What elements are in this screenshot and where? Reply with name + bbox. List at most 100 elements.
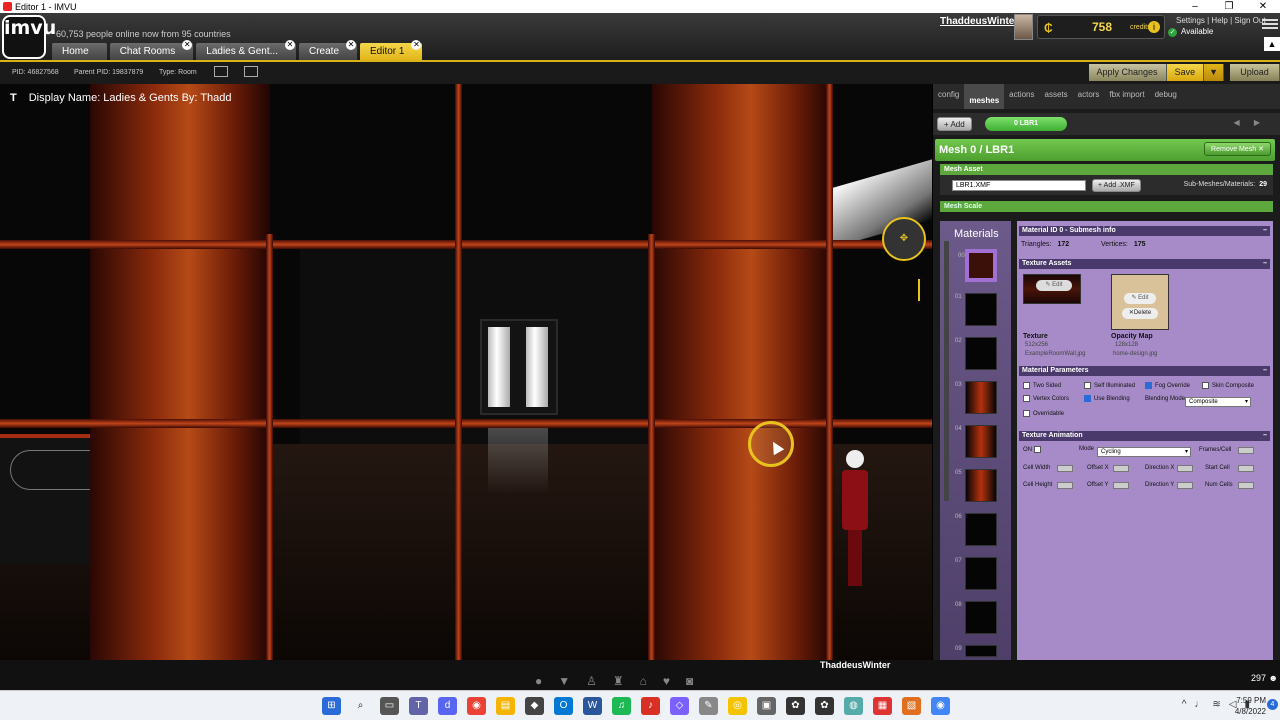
mesh-asset-header[interactable]: Mesh Asset bbox=[940, 164, 1273, 175]
tab-actions[interactable]: actions bbox=[1004, 84, 1039, 109]
material-swatch-0[interactable]: 00 bbox=[958, 249, 997, 282]
material-swatch-3[interactable]: 03 bbox=[955, 381, 997, 414]
texture-thumbnail[interactable]: ✎ Edit bbox=[1023, 274, 1081, 304]
material-swatch-8[interactable]: 08 bbox=[955, 601, 997, 634]
direction-x-input[interactable] bbox=[1177, 465, 1193, 472]
add-xmf-button[interactable]: + Add .XMF bbox=[1092, 179, 1141, 192]
chrome-icon[interactable]: ◉ bbox=[467, 697, 486, 715]
material-swatch-2[interactable]: 02 bbox=[955, 337, 997, 370]
material-swatch-1[interactable]: 01 bbox=[955, 293, 997, 326]
tab-assets[interactable]: assets bbox=[1040, 84, 1073, 109]
hamburger-menu-icon[interactable] bbox=[1262, 19, 1278, 31]
offset-y-input[interactable] bbox=[1113, 482, 1129, 489]
add-mesh-button[interactable]: + Add bbox=[937, 117, 972, 131]
tab-editor[interactable]: Editor 1 ✕ bbox=[360, 40, 423, 60]
tab-ladies-gents[interactable]: Ladies & Gent... ✕ bbox=[196, 40, 296, 60]
start-cell-input[interactable] bbox=[1238, 465, 1254, 472]
file-explorer-icon[interactable]: ▤ bbox=[496, 697, 515, 715]
maximize-icon[interactable]: ❐ bbox=[1212, 0, 1246, 13]
search-icon[interactable]: ⌕ bbox=[351, 697, 370, 715]
app-icon[interactable]: ✎ bbox=[699, 697, 718, 715]
home-icon[interactable]: ⌂ bbox=[640, 674, 647, 688]
window-icon[interactable] bbox=[214, 66, 228, 77]
app-icon[interactable]: ◆ bbox=[525, 697, 544, 715]
camera-app-icon[interactable]: ▣ bbox=[757, 697, 776, 715]
cell-height-input[interactable] bbox=[1057, 482, 1073, 489]
texture-assets-header[interactable]: Texture Assets – bbox=[1019, 259, 1270, 269]
camera-icon[interactable]: ◙ bbox=[686, 674, 693, 688]
animation-on-checkbox[interactable]: ON bbox=[1023, 446, 1044, 453]
material-info-header[interactable]: Material ID 0 - Submesh info – bbox=[1019, 226, 1270, 236]
animation-mode-select[interactable]: Cycling ▾ bbox=[1097, 447, 1191, 457]
save-button[interactable]: Save bbox=[1166, 64, 1205, 81]
mesh-pill-0[interactable]: 0 LBR1 bbox=[985, 117, 1067, 131]
tab-config[interactable]: config bbox=[933, 84, 964, 109]
tab-meshes[interactable]: meshes bbox=[964, 84, 1005, 109]
app-icon[interactable]: ◍ bbox=[844, 697, 863, 715]
remove-mesh-button[interactable]: Remove Mesh ✕ bbox=[1204, 142, 1271, 156]
credits-box[interactable]: ₵ 758 credits i bbox=[1037, 15, 1165, 39]
self-illuminated-checkbox[interactable]: Self Illuminated bbox=[1084, 382, 1135, 389]
material-swatch-6[interactable]: 06 bbox=[955, 513, 997, 546]
material-swatch-4[interactable]: 04 bbox=[955, 425, 997, 458]
avatar-character[interactable] bbox=[842, 450, 868, 590]
folder-icon[interactable] bbox=[244, 66, 258, 77]
info-icon[interactable]: i bbox=[1148, 21, 1160, 33]
opacity-map-thumbnail[interactable]: ✎ Edit ✕Delete bbox=[1111, 274, 1169, 330]
tab-actors[interactable]: actors bbox=[1073, 84, 1105, 109]
scroll-up-icon[interactable]: ▲ bbox=[1264, 37, 1280, 51]
text-tool-icon[interactable]: T bbox=[10, 92, 17, 104]
two-sided-checkbox[interactable]: Two Sided bbox=[1023, 382, 1061, 389]
outlook-icon[interactable]: O bbox=[554, 697, 573, 715]
material-swatch-5[interactable]: 05 bbox=[955, 469, 997, 502]
microphone-icon[interactable]: ♩ bbox=[1194, 699, 1204, 710]
3d-viewport[interactable]: T Display Name: Ladies & Gents By: Thadd … bbox=[0, 84, 932, 660]
close-tab-icon[interactable]: ✕ bbox=[346, 40, 356, 50]
app-icon[interactable]: ◎ bbox=[728, 697, 747, 715]
material-swatch-7[interactable]: 07 bbox=[955, 557, 997, 590]
chrome-icon[interactable]: ◉ bbox=[931, 697, 950, 715]
offset-x-input[interactable] bbox=[1113, 465, 1129, 472]
upload-button[interactable]: Upload bbox=[1230, 64, 1280, 81]
username-link[interactable]: ThaddeusWinter bbox=[940, 16, 1018, 27]
mesh-nav-arrows-icon[interactable]: ◀ ▶ bbox=[1233, 118, 1266, 127]
frames-cell-input[interactable] bbox=[1238, 447, 1254, 454]
user-count[interactable]: 297 ☻ bbox=[1251, 673, 1278, 683]
use-blending-checkbox[interactable]: Use Blending bbox=[1084, 395, 1130, 402]
top-links[interactable]: Settings | Help | Sign Out bbox=[1176, 16, 1266, 25]
cell-width-input[interactable] bbox=[1057, 465, 1073, 472]
chevron-up-icon[interactable]: ^ bbox=[1182, 699, 1187, 710]
task-view-icon[interactable]: ▭ bbox=[380, 697, 399, 715]
wifi-icon[interactable]: ≋ bbox=[1212, 699, 1220, 710]
headphones-icon[interactable]: ♪ bbox=[641, 697, 660, 715]
overridable-checkbox[interactable]: Overridable bbox=[1023, 410, 1064, 417]
camera-nav-control-icon[interactable]: ✥ bbox=[882, 217, 926, 261]
blending-mode-select[interactable]: Composite ▾ bbox=[1185, 397, 1251, 407]
save-dropdown-icon[interactable]: ▼ bbox=[1204, 64, 1224, 81]
materials-scrollbar[interactable] bbox=[944, 241, 949, 501]
close-tab-icon[interactable]: ✕ bbox=[284, 40, 295, 50]
app-icon[interactable]: ▦ bbox=[873, 697, 892, 715]
shirt-icon[interactable]: ▼ bbox=[558, 674, 570, 688]
fog-override-checkbox[interactable]: Fog Override bbox=[1145, 382, 1190, 389]
num-cells-input[interactable] bbox=[1238, 482, 1254, 489]
close-tab-icon[interactable]: ✕ bbox=[411, 40, 422, 50]
direction-y-input[interactable] bbox=[1177, 482, 1193, 489]
material-swatch-9[interactable]: 09 bbox=[955, 645, 997, 657]
close-tab-icon[interactable]: ✕ bbox=[182, 40, 193, 50]
app-icon[interactable]: ▧ bbox=[902, 697, 921, 715]
chair-icon[interactable]: ♜ bbox=[613, 674, 624, 688]
avatar[interactable] bbox=[1014, 14, 1033, 40]
texture-animation-header[interactable]: Texture Animation – bbox=[1019, 431, 1270, 441]
tab-chat-rooms[interactable]: Chat Rooms ✕ bbox=[109, 40, 194, 60]
teams-icon[interactable]: T bbox=[409, 697, 428, 715]
minimize-icon[interactable]: – bbox=[1178, 0, 1212, 13]
tab-create[interactable]: Create ✕ bbox=[298, 40, 357, 60]
status-indicator[interactable]: ✓ Available bbox=[1168, 27, 1213, 37]
opacity-delete-button[interactable]: ✕Delete bbox=[1122, 308, 1158, 319]
opacity-edit-button[interactable]: ✎ Edit bbox=[1124, 293, 1156, 304]
chat-bubble-icon[interactable]: ● bbox=[535, 674, 542, 688]
tab-home[interactable]: Home bbox=[52, 43, 107, 60]
zoom-slider[interactable] bbox=[918, 279, 926, 301]
vertex-colors-checkbox[interactable]: Vertex Colors bbox=[1023, 395, 1069, 402]
